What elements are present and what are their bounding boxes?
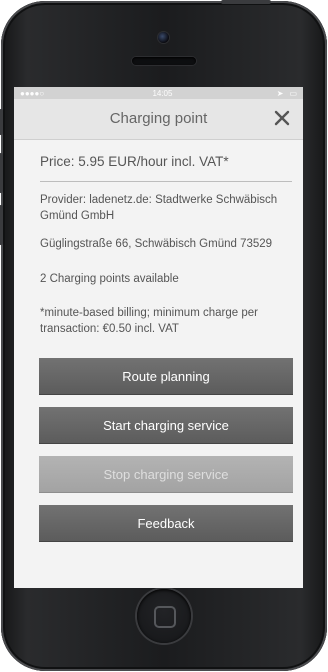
volume-down-button bbox=[0, 205, 3, 245]
close-icon[interactable] bbox=[273, 109, 291, 127]
feedback-button[interactable]: Feedback bbox=[39, 505, 293, 541]
signal-icon: ●●●●○ bbox=[20, 88, 45, 98]
app-screen: ●●●●○ 14:05 ➤ ▭ Charging point Price: 5.… bbox=[14, 87, 303, 588]
address-text: Güglingstraße 66, Schwäbisch Gmünd 73529 bbox=[40, 238, 273, 250]
home-button[interactable] bbox=[137, 589, 191, 643]
home-square-icon bbox=[154, 606, 176, 628]
power-button bbox=[221, 0, 271, 4]
earpiece-speaker bbox=[132, 57, 196, 65]
mute-switch bbox=[0, 109, 3, 135]
front-camera bbox=[158, 32, 169, 43]
price-text: Price: 5.95 EUR/hour incl. VAT* bbox=[40, 154, 229, 169]
volume-up-button bbox=[0, 153, 3, 193]
status-time: 14:05 bbox=[152, 88, 173, 98]
stop-charging-button[interactable]: Stop charging service bbox=[39, 456, 293, 492]
arrow-icon: ➤ bbox=[276, 88, 284, 98]
billing-note: *minute-based billing; minimum charge pe… bbox=[40, 307, 258, 335]
availability-text: 2 Charging points available bbox=[40, 273, 179, 285]
divider bbox=[40, 181, 292, 182]
start-charging-button[interactable]: Start charging service bbox=[39, 407, 293, 443]
battery-icon: ▭ bbox=[289, 88, 297, 98]
status-right: ➤ ▭ bbox=[277, 89, 297, 98]
status-bar: ●●●●○ 14:05 ➤ ▭ bbox=[14, 87, 303, 99]
phone-frame: ●●●●○ 14:05 ➤ ▭ Charging point Price: 5.… bbox=[0, 0, 327, 671]
page-title: Charging point bbox=[109, 110, 208, 127]
status-left: ●●●●○ bbox=[20, 89, 48, 98]
nav-bar: Charging point bbox=[14, 99, 303, 140]
charging-point-details: Price: 5.95 EUR/hour incl. VAT* Provider… bbox=[14, 140, 303, 588]
route-planning-button[interactable]: Route planning bbox=[39, 358, 293, 394]
provider-text: Provider: ladenetz.de: Stadtwerke Schwäb… bbox=[40, 194, 278, 222]
